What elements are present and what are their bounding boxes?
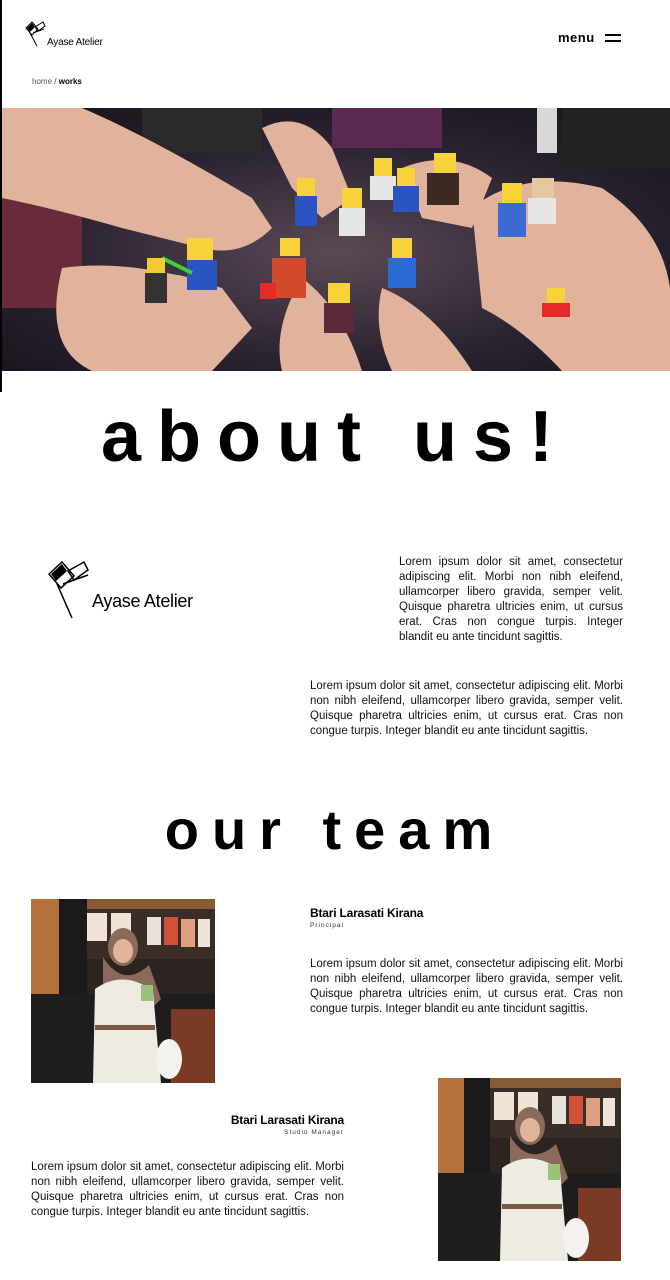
atelier-flag-logo-icon	[47, 560, 89, 619]
member-name: Btari Larasati Kirana	[230, 1113, 344, 1127]
breadcrumb-separator: /	[54, 77, 57, 86]
team-heading: our team	[164, 798, 506, 861]
member-card-1: Btari Larasati Kirana Principal	[310, 906, 423, 929]
member-card-2: Btari Larasati Kirana Studio Manager	[160, 1113, 344, 1136]
breadcrumb-home-link[interactable]: home	[32, 77, 52, 86]
hero-image	[2, 108, 670, 371]
breadcrumb: home / works	[32, 77, 82, 86]
menu-button[interactable]: menu	[558, 30, 621, 45]
lego-minifigures-photo	[2, 108, 670, 371]
atelier-flag-logo-icon	[25, 21, 46, 47]
member-name: Btari Larasati Kirana	[310, 906, 424, 920]
menu-label: menu	[558, 30, 595, 45]
header-brand-name: Ayase Atelier	[47, 37, 103, 48]
hamburger-icon	[604, 33, 621, 42]
about-paragraph-2: Lorem ipsum dolor sit amet, consectetur …	[310, 680, 623, 737]
breadcrumb-current: works	[58, 77, 82, 86]
brand-logo: Ayase Atelier	[46, 558, 193, 622]
brand-name: Ayase Atelier	[92, 590, 193, 611]
member-bio: Lorem ipsum dolor sit amet, consectetur …	[310, 958, 623, 1015]
member-portrait-photo	[31, 899, 215, 1083]
about-heading: about us!	[101, 397, 569, 477]
member-bio: Lorem ipsum dolor sit amet, consectetur …	[31, 1161, 344, 1218]
member-role: Studio Manager	[284, 1129, 344, 1136]
header-logo[interactable]: Ayase Atelier	[24, 20, 103, 50]
about-paragraph-1: Lorem ipsum dolor sit amet, consectetur …	[399, 556, 623, 643]
member-role: Principal	[310, 922, 344, 929]
member-portrait-photo	[438, 1078, 621, 1261]
